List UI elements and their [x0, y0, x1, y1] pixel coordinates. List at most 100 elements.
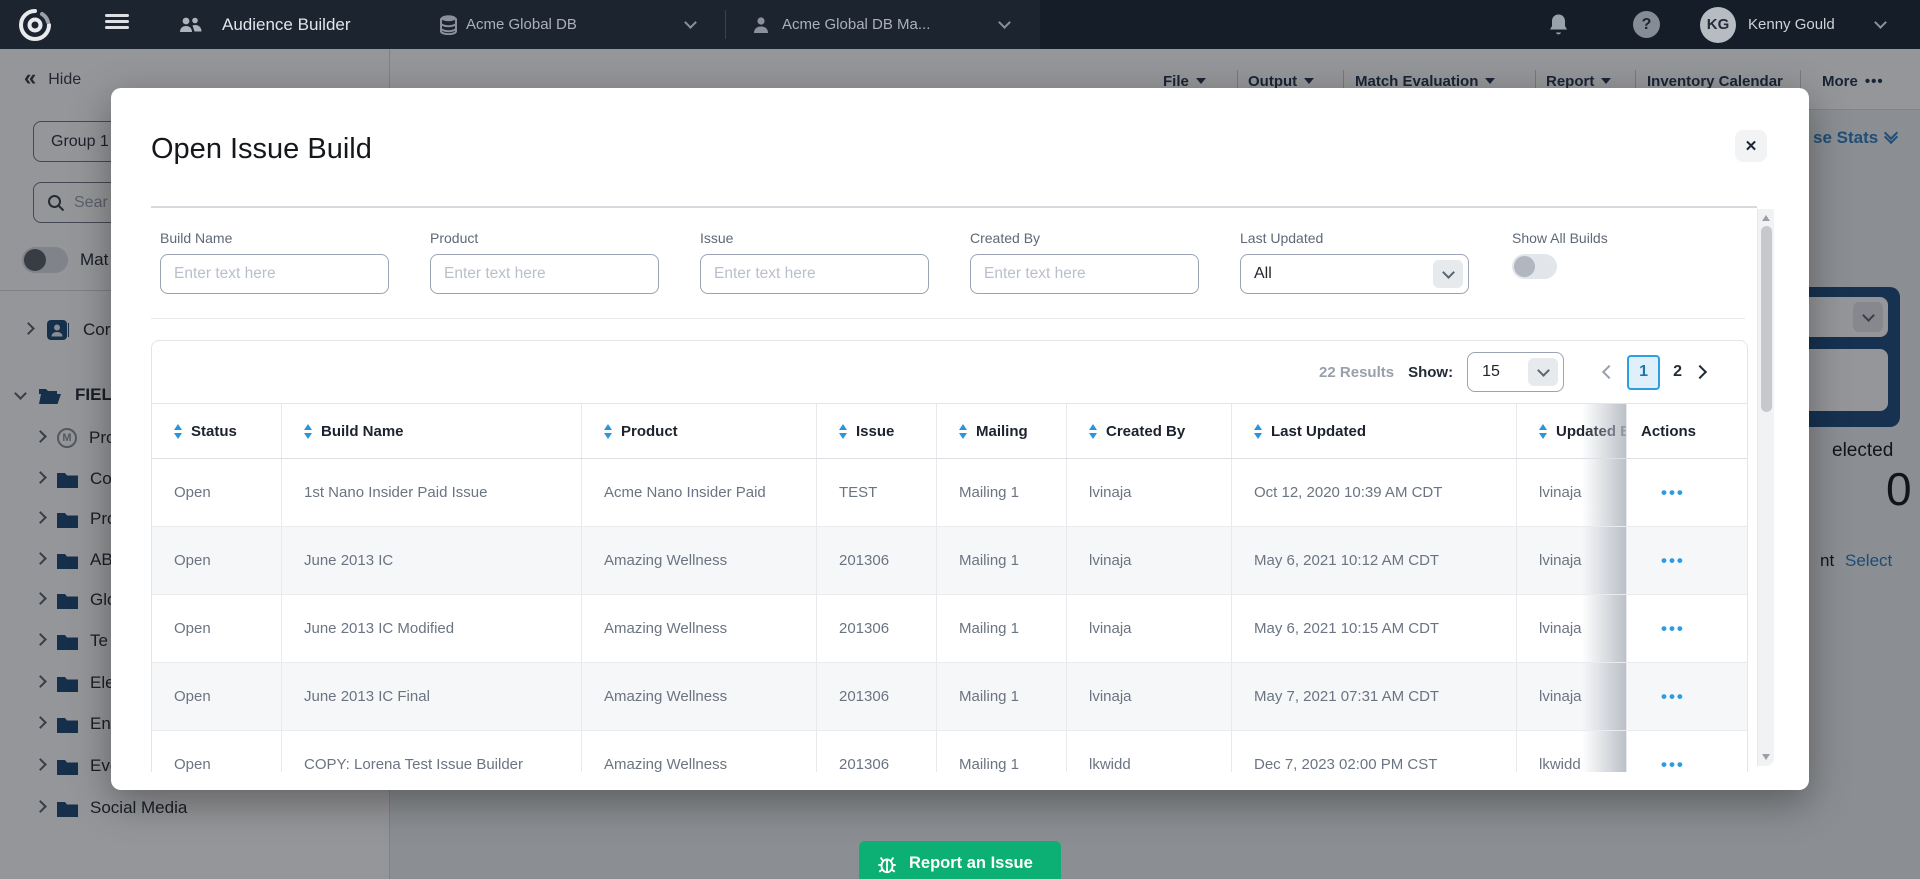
header-created-by[interactable]: Created By	[1067, 404, 1232, 458]
modal-title: Open Issue Build	[151, 133, 372, 166]
show-label: Show:	[1408, 364, 1453, 381]
toggle-knob	[1514, 256, 1535, 277]
header-last-updated[interactable]: Last Updated	[1232, 404, 1517, 458]
last-updated-select[interactable]: All	[1240, 254, 1469, 294]
header-status[interactable]: Status	[152, 404, 282, 458]
cell-created-by: lvinaja	[1067, 459, 1232, 526]
cell-mailing: Mailing 1	[937, 663, 1067, 730]
sort-icon	[959, 424, 967, 439]
row-actions-menu[interactable]: •••	[1627, 663, 1749, 730]
page-2-button[interactable]: 2	[1673, 363, 1682, 381]
filter-show-all-builds: Show All Builds	[1512, 230, 1741, 279]
sort-icon	[604, 424, 612, 439]
bell-icon	[1548, 13, 1569, 36]
cell-mailing: Mailing 1	[937, 459, 1067, 526]
mailing-selector[interactable]: Acme Global DB Ma...	[782, 0, 930, 49]
filter-issue: Issue	[700, 230, 929, 294]
page-1-button[interactable]: 1	[1627, 355, 1660, 390]
table-row[interactable]: Open June 2013 IC Modified Amazing Welln…	[152, 595, 1747, 663]
table-row[interactable]: Open COPY: Lorena Test Issue Builder Ama…	[152, 731, 1747, 772]
database-selector[interactable]: Acme Global DB	[466, 0, 577, 49]
header-build-name[interactable]: Build Name	[282, 404, 582, 458]
cell-last-updated: Oct 12, 2020 10:39 AM CDT	[1232, 459, 1517, 526]
report-issue-label: Report an Issue	[909, 854, 1033, 873]
cell-issue: 201306	[817, 595, 937, 662]
cell-product: Amazing Wellness	[582, 663, 817, 730]
ellipsis-icon: •••	[1661, 483, 1685, 503]
close-icon: ✕	[1745, 137, 1758, 155]
cell-build-name: June 2013 IC	[282, 527, 582, 594]
database-icon	[440, 0, 457, 49]
filter-label: Show All Builds	[1512, 230, 1741, 246]
chevron-button[interactable]	[1528, 358, 1558, 386]
audience-icon	[178, 0, 204, 49]
row-actions-menu[interactable]: •••	[1627, 731, 1749, 772]
notifications-button[interactable]	[1548, 0, 1569, 49]
cell-build-name: 1st Nano Insider Paid Issue	[282, 459, 582, 526]
cell-updated-by: lvinaja	[1517, 527, 1627, 594]
modal-close-button[interactable]: ✕	[1735, 130, 1767, 162]
build-name-input[interactable]	[160, 254, 389, 294]
cell-created-by: lvinaja	[1067, 527, 1232, 594]
ellipsis-icon: •••	[1661, 619, 1685, 639]
chevron-down-icon	[1537, 364, 1550, 377]
header-issue[interactable]: Issue	[817, 404, 937, 458]
filter-label: Build Name	[160, 230, 389, 246]
cell-created-by: lvinaja	[1067, 663, 1232, 730]
cell-last-updated: May 6, 2021 10:12 AM CDT	[1232, 527, 1517, 594]
sort-icon	[304, 424, 312, 439]
report-issue-button[interactable]: Report an Issue	[859, 841, 1061, 879]
modal-divider	[151, 318, 1745, 319]
previous-page-icon[interactable]	[1602, 365, 1616, 379]
issue-input[interactable]	[700, 254, 929, 294]
chevron-down-icon[interactable]	[684, 16, 697, 29]
last-updated-value: All	[1254, 265, 1272, 283]
show-all-builds-toggle[interactable]	[1512, 254, 1557, 279]
product-input[interactable]	[430, 254, 659, 294]
cell-product: Amazing Wellness	[582, 595, 817, 662]
table-row[interactable]: Open June 2013 IC Final Amazing Wellness…	[152, 663, 1747, 731]
row-actions-menu[interactable]: •••	[1627, 595, 1749, 662]
results-count: 22 Results	[1319, 364, 1394, 381]
scroll-down-icon[interactable]	[1762, 754, 1770, 760]
user-menu[interactable]: Kenny Gould	[1748, 0, 1835, 49]
scrollbar-thumb[interactable]	[1761, 226, 1772, 412]
cell-updated-by: lkwidd	[1517, 731, 1627, 772]
cell-last-updated: May 7, 2021 07:31 AM CDT	[1232, 663, 1517, 730]
chevron-down-icon[interactable]	[998, 16, 1011, 29]
cell-created-by: lkwidd	[1067, 731, 1232, 772]
cell-updated-by: lvinaja	[1517, 459, 1627, 526]
app-logo[interactable]	[18, 0, 52, 49]
hamburger-menu-button[interactable]	[105, 0, 129, 49]
page-size-value: 15	[1482, 363, 1500, 381]
row-actions-menu[interactable]: •••	[1627, 459, 1749, 526]
filter-label: Created By	[970, 230, 1199, 246]
chevron-button[interactable]	[1433, 260, 1463, 288]
scroll-up-icon[interactable]	[1762, 215, 1770, 221]
header-updated-by[interactable]: Updated By	[1517, 404, 1627, 458]
cell-issue: 201306	[817, 731, 937, 772]
filter-build-name: Build Name	[160, 230, 389, 294]
sort-icon	[839, 424, 847, 439]
ellipsis-icon: •••	[1661, 755, 1685, 773]
header-mailing[interactable]: Mailing	[937, 404, 1067, 458]
cell-product: Amazing Wellness	[582, 527, 817, 594]
open-issue-build-modal: Open Issue Build ✕ Build Name Product Is…	[111, 88, 1809, 790]
cell-status: Open	[152, 595, 282, 662]
ellipsis-icon: •••	[1661, 551, 1685, 571]
header-product[interactable]: Product	[582, 404, 817, 458]
screen: File Output Match Evaluation Report Inve…	[0, 0, 1920, 879]
avatar-initials: KG	[1700, 7, 1736, 43]
cell-status: Open	[152, 527, 282, 594]
table-row[interactable]: Open June 2013 IC Amazing Wellness 20130…	[152, 527, 1747, 595]
user-avatar[interactable]: KG	[1700, 0, 1736, 49]
table-row[interactable]: Open 1st Nano Insider Paid Issue Acme Na…	[152, 459, 1747, 527]
modal-scrollbar[interactable]	[1757, 209, 1774, 766]
next-page-icon[interactable]	[1693, 365, 1707, 379]
help-button[interactable]: ?	[1633, 0, 1660, 49]
filter-last-updated: Last Updated All	[1240, 230, 1469, 294]
page-size-select[interactable]: 15	[1467, 352, 1564, 392]
row-actions-menu[interactable]: •••	[1627, 527, 1749, 594]
created-by-input[interactable]	[970, 254, 1199, 294]
cell-issue: 201306	[817, 527, 937, 594]
